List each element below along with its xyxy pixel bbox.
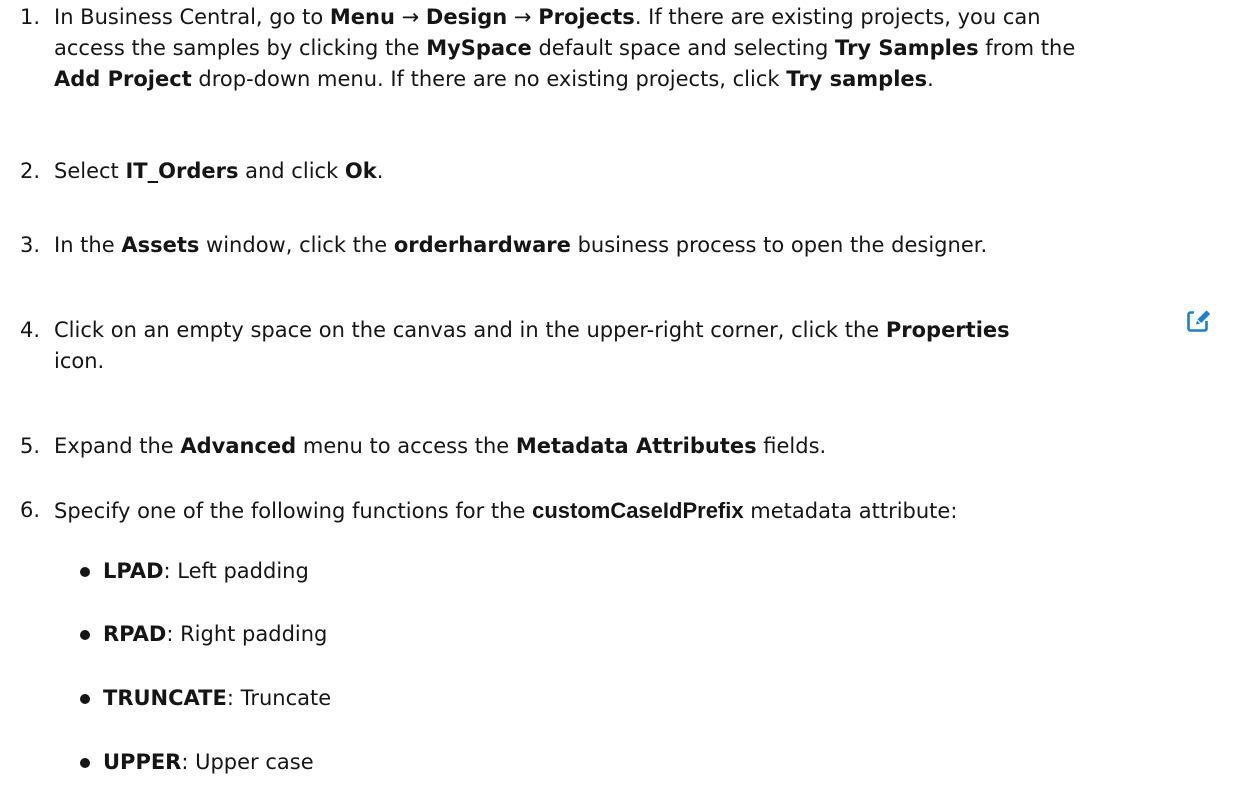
- myspace-term: MySpace: [426, 36, 532, 60]
- try-samples-term-2: Try samples: [786, 67, 928, 91]
- design-term: Design: [425, 5, 508, 29]
- step-1-line-1: In Business Central, go to Menu → Design…: [54, 5, 1041, 29]
- advanced-term: Advanced: [180, 434, 297, 458]
- bullet-icon: [80, 694, 90, 704]
- step-text: Specify one of the following functions f…: [54, 498, 958, 523]
- procedure: 1. In Business Central, go to Menu → Des…: [0, 0, 1257, 789]
- orderhardware-term: orderhardware: [393, 233, 571, 257]
- step-1-line-3: Add Project drop-down menu. If there are…: [54, 67, 934, 91]
- it-orders-term: IT_Orders: [125, 159, 239, 183]
- function-desc: : Left padding: [163, 559, 309, 583]
- properties-term: Properties: [885, 318, 1010, 342]
- metadata-attributes-term: Metadata Attributes: [515, 434, 757, 458]
- bullet-icon: [80, 567, 90, 577]
- menu-term: Menu: [329, 5, 395, 29]
- function-name: TRUNCATE: [103, 686, 227, 710]
- projects-term: Projects: [538, 5, 635, 29]
- function-desc: : Upper case: [181, 750, 314, 774]
- step-text: In the Assets window, click the orderhar…: [54, 233, 988, 257]
- function-name: UPPER: [103, 750, 182, 774]
- bullet-icon: [80, 630, 90, 640]
- function-name: LPAD: [103, 559, 164, 583]
- step-text: Select IT_Orders and click Ok.: [54, 159, 384, 183]
- bullet-icon: [80, 758, 90, 768]
- step-text: In Business Central, go to Menu → Design…: [54, 2, 1184, 95]
- function-desc: : Truncate: [226, 686, 332, 710]
- function-name: RPAD: [103, 622, 167, 646]
- edit-icon: [1187, 308, 1213, 332]
- ok-term: Ok: [344, 159, 377, 183]
- try-samples-term: Try Samples: [835, 36, 979, 60]
- step-1-line-2: access the samples by clicking the MySpa…: [54, 36, 1076, 60]
- custom-case-id-prefix-term: customCaseIdPrefix: [532, 498, 744, 523]
- step-text: Expand the Advanced menu to access the M…: [54, 434, 827, 458]
- add-project-term: Add Project: [54, 67, 192, 91]
- function-desc: : Right padding: [166, 622, 328, 646]
- step-4-line-1: Click on an empty space on the canvas an…: [54, 318, 1010, 342]
- assets-term: Assets: [121, 233, 200, 257]
- step-text: Click on an empty space on the canvas an…: [54, 315, 1184, 377]
- step-4-line-2: icon.: [54, 349, 105, 373]
